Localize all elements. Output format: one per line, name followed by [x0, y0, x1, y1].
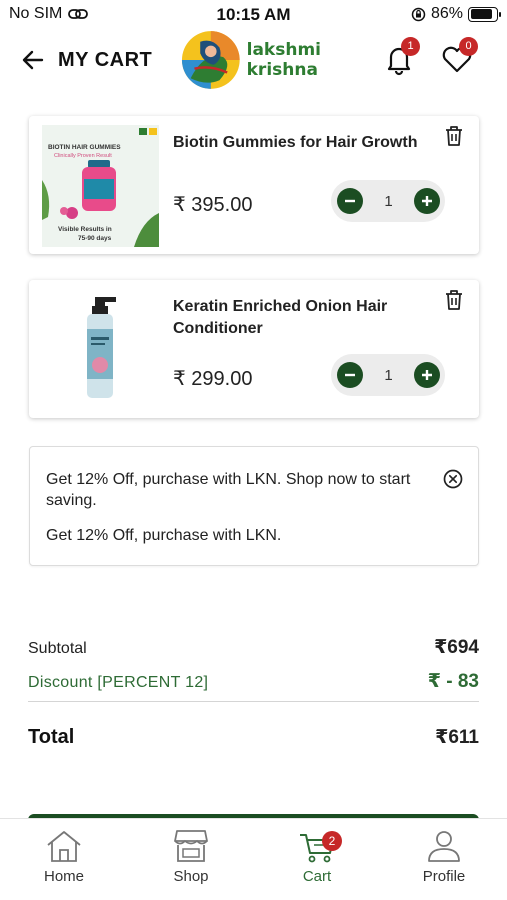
notifications-button[interactable]: 1 — [382, 37, 420, 76]
quantity-value: 1 — [384, 192, 393, 210]
offer-banner: Get 12% Off, purchase with LKN. Shop now… — [29, 446, 479, 566]
page-title: MY CART — [58, 49, 153, 71]
battery-percent: 86% — [430, 5, 463, 22]
nav-profile-label: Profile — [422, 868, 466, 885]
status-bar-right: 86% — [411, 5, 501, 23]
product-image-caption: Visible Results in — [58, 226, 112, 233]
quantity-stepper: 1 — [331, 180, 445, 222]
quantity-value: 1 — [384, 366, 393, 384]
total-row: Total ₹611 — [28, 726, 479, 749]
discount-value: ₹ - 83 — [427, 671, 479, 692]
battery-icon — [468, 6, 501, 22]
subtotal-row: Subtotal ₹694 — [28, 636, 479, 659]
cart-item: Keratin Enriched Onion Hair Conditioner … — [29, 280, 479, 418]
product-image-caption: 75-90 days — [78, 235, 112, 242]
quantity-stepper: 1 — [331, 354, 445, 396]
subtotal-value: ₹694 — [434, 637, 479, 658]
wishlist-badge: 0 — [459, 37, 478, 56]
product-price: ₹ 395.00 — [173, 194, 253, 216]
nav-cart[interactable]: 2 Cart — [267, 827, 367, 885]
minus-icon — [345, 199, 355, 203]
nav-shop-label: Shop — [173, 868, 209, 885]
cart-item: BIOTIN HAIR GUMMIES Clinically Proven Re… — [29, 116, 479, 254]
back-arrow-icon[interactable] — [20, 47, 46, 73]
bottom-nav: Home Shop 2 Cart Profile — [0, 818, 507, 900]
decrease-quantity-button[interactable] — [337, 188, 363, 214]
shop-icon — [174, 830, 208, 862]
trash-icon[interactable] — [443, 288, 465, 312]
plus-icon — [422, 196, 432, 206]
product-image-caption: Clinically Proven Result — [54, 153, 112, 159]
app-header: MY CART lakshmi krishna 1 0 — [0, 28, 507, 96]
profile-icon — [428, 831, 460, 862]
product-image-onion-conditioner[interactable] — [42, 289, 159, 411]
plus-icon — [422, 370, 432, 380]
summary-divider — [28, 701, 479, 702]
total-value: ₹611 — [435, 727, 479, 748]
discount-label: Discount [PERCENT 12] — [28, 674, 209, 691]
close-circle-icon[interactable] — [442, 468, 464, 490]
discount-row: Discount [PERCENT 12] ₹ - 83 — [28, 670, 479, 693]
offer-text-secondary: Get 12% Off, purchase with LKN. — [46, 527, 282, 544]
product-image-caption: BIOTIN HAIR GUMMIES — [48, 144, 121, 151]
offer-text: Get 12% Off, purchase with LKN. Shop now… — [46, 471, 411, 509]
status-bar: No SIM 10:15 AM 86% — [0, 0, 507, 30]
increase-quantity-button[interactable] — [414, 188, 440, 214]
product-image-biotin-gummies[interactable]: BIOTIN HAIR GUMMIES Clinically Proven Re… — [42, 125, 159, 247]
decrease-quantity-button[interactable] — [337, 362, 363, 388]
brand-logo-mark — [181, 31, 240, 89]
product-name[interactable]: Biotin Gummies for Hair Growth — [173, 132, 433, 154]
product-price: ₹ 299.00 — [173, 368, 253, 390]
brand-logo: lakshmi krishna — [181, 29, 321, 91]
notification-badge: 1 — [401, 37, 420, 56]
home-icon — [47, 831, 81, 862]
brand-logo-text: lakshmi krishna — [247, 40, 321, 80]
product-name[interactable]: Keratin Enriched Onion Hair Conditioner — [173, 296, 433, 340]
nav-home[interactable]: Home — [14, 827, 114, 885]
brand-name-line1: lakshmi — [246, 40, 321, 60]
increase-quantity-button[interactable] — [414, 362, 440, 388]
total-label: Total — [28, 726, 75, 748]
nav-profile[interactable]: Profile — [394, 827, 494, 885]
orientation-lock-icon — [411, 7, 426, 21]
nav-shop[interactable]: Shop — [141, 827, 241, 885]
wishlist-button[interactable]: 0 — [440, 37, 478, 76]
trash-icon[interactable] — [443, 124, 465, 148]
cart-count-badge: 2 — [322, 831, 342, 851]
brand-name-line2: krishna — [246, 60, 318, 80]
minus-icon — [345, 373, 355, 377]
nav-home-label: Home — [43, 868, 84, 885]
subtotal-label: Subtotal — [28, 640, 87, 657]
nav-cart-label: Cart — [302, 868, 332, 885]
